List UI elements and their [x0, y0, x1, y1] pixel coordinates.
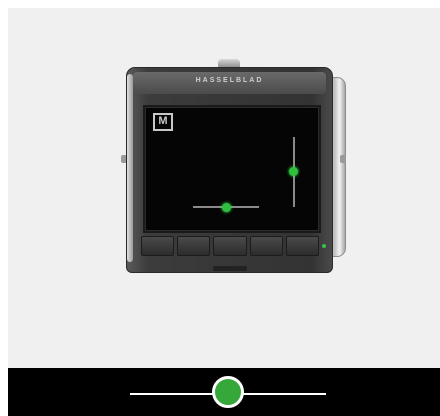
brand-logo: HASSELBLAD	[195, 77, 264, 84]
bottom-slot	[213, 266, 247, 271]
camera-button	[249, 236, 283, 256]
camera-button-row	[141, 236, 320, 256]
status-led	[322, 244, 326, 248]
camera-button	[177, 236, 211, 256]
vertical-level-indicator	[289, 167, 298, 176]
camera-button	[213, 236, 247, 256]
manual-mode-icon: M	[153, 113, 173, 131]
camera-button	[285, 236, 320, 256]
product-viewer[interactable]: HASSELBLAD M	[8, 8, 440, 368]
camera-button	[141, 236, 175, 256]
camera-body: HASSELBLAD M	[126, 67, 333, 273]
camera-back-image: HASSELBLAD M	[121, 59, 351, 273]
rotation-slider-bar	[8, 368, 440, 416]
right-strap-lug	[340, 155, 346, 163]
camera-screen: M	[143, 105, 321, 233]
top-strip: HASSELBLAD	[133, 72, 326, 94]
horizontal-level-indicator	[222, 203, 231, 212]
slider-thumb[interactable]	[212, 376, 244, 408]
